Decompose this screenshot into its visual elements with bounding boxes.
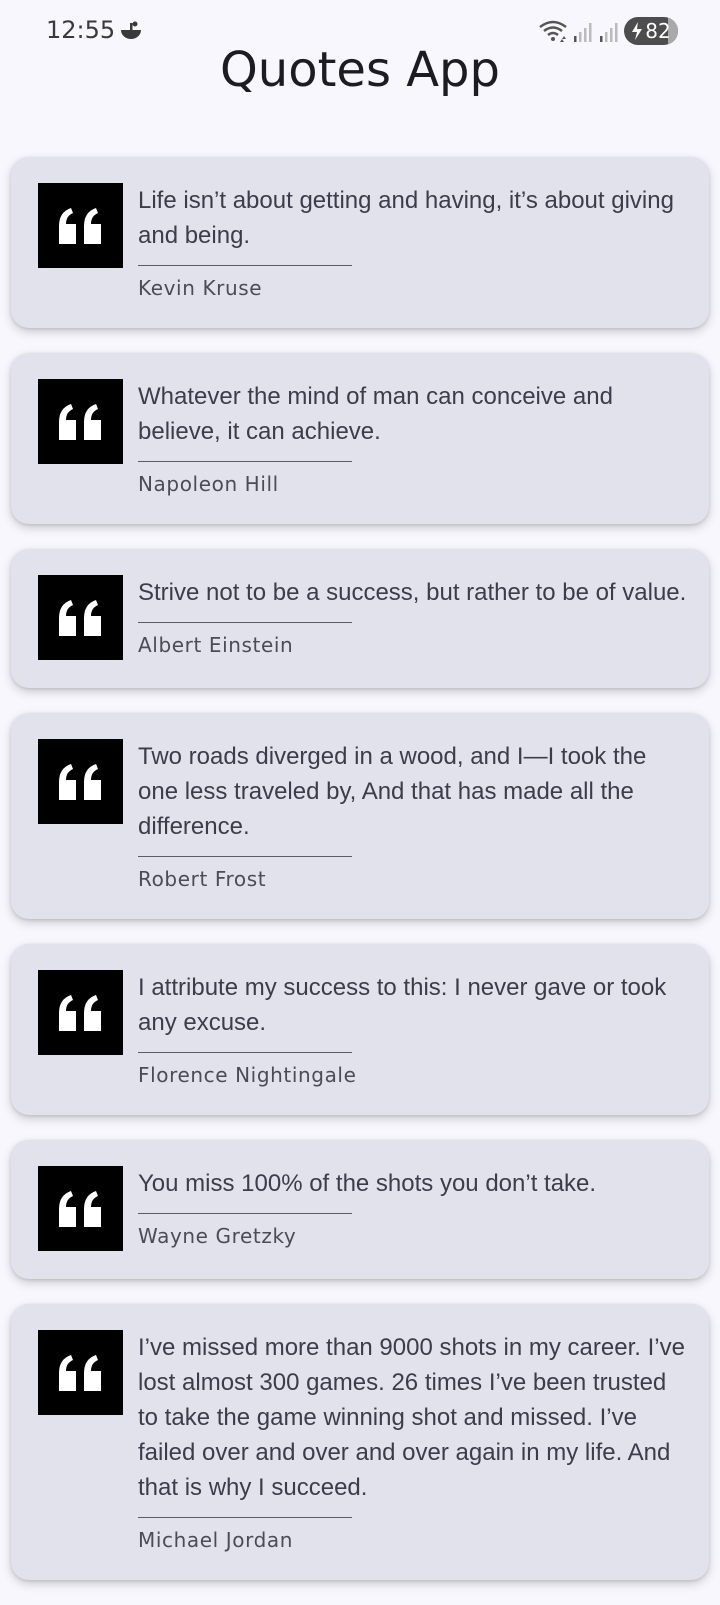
quote-author: Kevin Kruse <box>138 276 263 300</box>
quote-divider <box>138 1517 352 1518</box>
quote-author: Albert Einstein <box>138 633 294 657</box>
quote-text: Whatever the mind of man can conceive an… <box>138 383 613 445</box>
signal-icon-2 <box>598 18 620 44</box>
status-time: 12:55 <box>46 16 116 44</box>
quote-card[interactable]: Whatever the mind of man can conceive an… <box>11 353 709 524</box>
quote-card[interactable]: Life isn’t about getting and having, it’… <box>11 157 709 328</box>
quote-body: Life isn’t about getting and having, it’… <box>138 183 687 300</box>
quote-divider <box>138 265 352 266</box>
quote-author: Wayne Gretzky <box>138 1224 297 1248</box>
signal-icon <box>572 18 594 44</box>
quote-body: I’ve missed more than 9000 shots in my c… <box>138 1330 687 1552</box>
quote-text: Two roads diverged in a wood, and I—I to… <box>138 743 647 840</box>
wifi-icon <box>538 18 568 44</box>
quote-text: Strive not to be a success, but rather t… <box>138 579 687 606</box>
quote-author: Robert Frost <box>138 867 267 891</box>
charging-icon <box>631 21 643 41</box>
quote-icon <box>38 379 123 464</box>
quote-author: Michael Jordan <box>138 1528 293 1552</box>
quote-icon <box>38 970 123 1055</box>
quote-list[interactable]: Life isn’t about getting and having, it’… <box>11 157 709 1605</box>
quote-icon <box>38 1166 123 1251</box>
quote-card[interactable]: I attribute my success to this: I never … <box>11 944 709 1115</box>
quote-card[interactable]: You miss 100% of the shots you don’t tak… <box>11 1140 709 1279</box>
quote-author: Napoleon Hill <box>138 472 279 496</box>
quote-divider <box>138 856 352 857</box>
app-notification-icon <box>118 18 144 44</box>
quote-icon <box>38 1330 123 1415</box>
quote-text: Life isn’t about getting and having, it’… <box>138 187 674 249</box>
battery-level: 82 <box>645 19 671 43</box>
quote-body: Whatever the mind of man can conceive an… <box>138 379 687 496</box>
quote-divider <box>138 1213 352 1214</box>
quote-divider <box>138 461 352 462</box>
quote-body: I attribute my success to this: I never … <box>138 970 687 1087</box>
quote-card[interactable]: I’ve missed more than 9000 shots in my c… <box>11 1304 709 1580</box>
quote-card[interactable]: Two roads diverged in a wood, and I—I to… <box>11 713 709 919</box>
quote-body: Strive not to be a success, but rather t… <box>138 575 687 657</box>
quote-text: You miss 100% of the shots you don’t tak… <box>138 1170 597 1197</box>
quote-body: You miss 100% of the shots you don’t tak… <box>138 1166 687 1248</box>
quote-text: I’ve missed more than 9000 shots in my c… <box>138 1334 685 1501</box>
quote-divider <box>138 622 352 623</box>
quote-divider <box>138 1052 352 1053</box>
quote-author: Florence Nightingale <box>138 1063 357 1087</box>
quote-text: I attribute my success to this: I never … <box>138 974 667 1036</box>
quote-body: Two roads diverged in a wood, and I—I to… <box>138 739 687 891</box>
quote-icon <box>38 739 123 824</box>
quote-icon <box>38 183 123 268</box>
app-title: Quotes App <box>220 42 500 98</box>
battery-indicator: 82 <box>624 17 678 45</box>
quote-card[interactable]: Strive not to be a success, but rather t… <box>11 549 709 688</box>
quote-icon <box>38 575 123 660</box>
